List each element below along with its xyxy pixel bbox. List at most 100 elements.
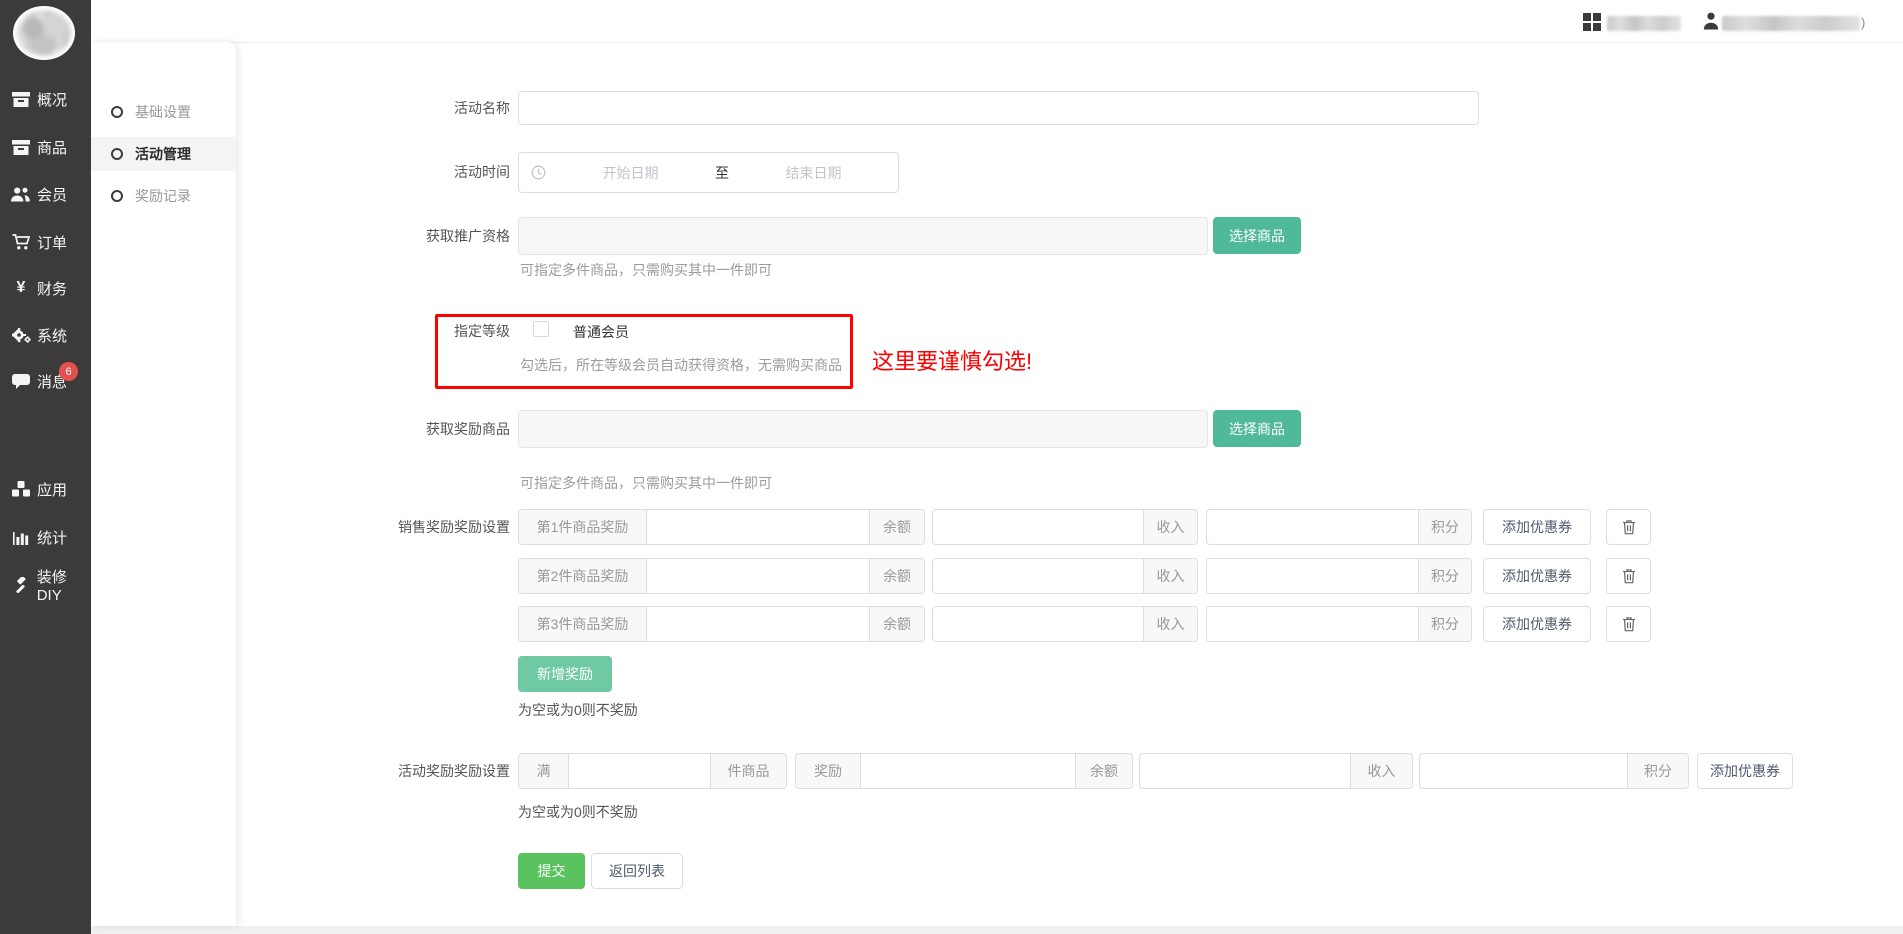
- logo-blur: [17, 10, 71, 56]
- balance-addon: 余额: [869, 606, 925, 642]
- main-sidebar: 概况 商品 会员 订单 ¥ 财务 系统: [0, 0, 91, 934]
- row-prefix-addon: 第1件商品奖励: [518, 509, 647, 545]
- income-amount-input[interactable]: [932, 606, 1144, 642]
- sidebar-item-label: 应用: [37, 479, 67, 500]
- sidebar-item-diy[interactable]: 装修DIY: [0, 562, 91, 608]
- date-range-picker[interactable]: 开始日期 至 结束日期: [518, 152, 899, 193]
- activity-reward-row: 满 件商品 奖励 余额 收入 积分 添加优惠券: [518, 753, 1793, 789]
- promo-helper-text: 可指定多件商品，只需购买其中一件即可: [520, 260, 772, 280]
- sales-reward-row: 第1件商品奖励 余额 收入 积分 添加优惠券: [518, 509, 1651, 545]
- goods-count-input[interactable]: [568, 753, 711, 789]
- income-addon: 收入: [1143, 509, 1198, 545]
- delete-row-button[interactable]: [1606, 509, 1651, 545]
- balance-amount-input[interactable]: [646, 558, 870, 594]
- income-amount-input[interactable]: [932, 558, 1144, 594]
- balance-addon: 余额: [1075, 753, 1133, 789]
- balance-addon: 余额: [869, 509, 925, 545]
- bottom-scroll-strip[interactable]: [91, 926, 1903, 934]
- income-addon: 收入: [1350, 753, 1413, 789]
- promo-goods-input[interactable]: [518, 217, 1208, 255]
- points-addon: 积分: [1418, 558, 1472, 594]
- sidebar-item-label: 商品: [37, 137, 67, 158]
- reward-goods-helper-text: 可指定多件商品，只需购买其中一件即可: [520, 473, 772, 493]
- trash-icon: [1622, 616, 1636, 632]
- points-amount-input[interactable]: [1206, 509, 1419, 545]
- points-amount-input[interactable]: [1206, 606, 1419, 642]
- sidebar-item-label: 财务: [37, 278, 67, 299]
- add-coupon-button[interactable]: 添加优惠券: [1483, 558, 1591, 594]
- reward-addon: 奖励: [795, 753, 861, 789]
- store-name-redacted[interactable]: [1607, 16, 1681, 31]
- submit-button[interactable]: 提交: [518, 853, 585, 889]
- level-helper-text: 勾选后，所在等级会员自动获得资格，无需购买商品: [520, 355, 842, 375]
- trash-icon: [1622, 519, 1636, 535]
- add-reward-button[interactable]: 新增奖励: [518, 656, 612, 692]
- circle-icon: [111, 106, 123, 118]
- sidebar-item-label: 订单: [37, 232, 67, 253]
- sales-reward-label: 销售奖励奖励设置: [300, 517, 510, 537]
- sidebar-item-orders[interactable]: 订单: [0, 219, 91, 265]
- sidebar-item-label: 统计: [37, 527, 67, 548]
- level-checkbox[interactable]: [533, 321, 549, 337]
- message-count-badge: 6: [59, 362, 78, 381]
- select-goods-button[interactable]: 选择商品: [1213, 410, 1301, 447]
- start-date-placeholder: 开始日期: [546, 163, 715, 183]
- username-redacted[interactable]: [1722, 16, 1860, 31]
- points-amount-input[interactable]: [1419, 753, 1628, 789]
- user-icon[interactable]: [1703, 12, 1719, 35]
- sidebar-item-messages[interactable]: 消息: [0, 358, 91, 404]
- apps-icon: [10, 481, 32, 497]
- activity-time-label: 活动时间: [300, 162, 510, 182]
- add-coupon-button[interactable]: 添加优惠券: [1483, 606, 1591, 642]
- submenu-item-reward-records[interactable]: 奖励记录: [91, 179, 236, 213]
- income-addon: 收入: [1143, 606, 1198, 642]
- income-amount-input[interactable]: [932, 509, 1144, 545]
- points-addon: 积分: [1418, 509, 1472, 545]
- balance-amount-input[interactable]: [860, 753, 1076, 789]
- diy-icon: [10, 577, 32, 593]
- sidebar-item-finance[interactable]: ¥ 财务: [0, 265, 91, 311]
- add-coupon-button[interactable]: 添加优惠券: [1697, 753, 1793, 789]
- store-logo[interactable]: [13, 6, 75, 60]
- finance-icon: ¥: [10, 279, 32, 297]
- delete-row-button[interactable]: [1606, 558, 1651, 594]
- balance-amount-input[interactable]: [646, 606, 870, 642]
- sidebar-item-goods[interactable]: 商品: [0, 124, 91, 170]
- submenu-item-activity-management[interactable]: 活动管理: [91, 137, 236, 171]
- points-amount-input[interactable]: [1206, 558, 1419, 594]
- reward-goods-input[interactable]: [518, 410, 1208, 448]
- income-amount-input[interactable]: [1139, 753, 1351, 789]
- grid-menu-icon[interactable]: [1583, 13, 1602, 37]
- sidebar-item-overview[interactable]: 概况: [0, 76, 91, 122]
- points-addon: 积分: [1418, 606, 1472, 642]
- sidebar-item-system[interactable]: 系统: [0, 312, 91, 358]
- submenu-item-basic-settings[interactable]: 基础设置: [91, 95, 236, 129]
- overview-icon: [10, 92, 32, 107]
- sales-reward-note: 为空或为0则不奖励: [518, 700, 638, 720]
- trash-icon: [1622, 568, 1636, 584]
- balance-amount-input[interactable]: [646, 509, 870, 545]
- clock-icon: [531, 165, 546, 180]
- unit-addon: 件商品: [710, 753, 787, 789]
- delete-row-button[interactable]: [1606, 606, 1651, 642]
- user-suffix: ): [1861, 15, 1865, 30]
- sidebar-item-apps[interactable]: 应用: [0, 466, 91, 512]
- select-goods-button[interactable]: 选择商品: [1213, 217, 1301, 254]
- level-option-label: 普通会员: [573, 322, 629, 342]
- sidebar-item-stats[interactable]: 统计: [0, 514, 91, 560]
- date-separator: 至: [715, 163, 729, 183]
- sidebar-item-label: 系统: [37, 325, 67, 346]
- stats-icon: [10, 530, 32, 545]
- activity-name-input[interactable]: [518, 91, 1479, 125]
- sales-reward-row: 第2件商品奖励 余额 收入 积分 添加优惠券: [518, 558, 1651, 594]
- system-icon: [10, 327, 32, 343]
- reward-goods-label: 获取奖励商品: [300, 419, 510, 439]
- sidebar-item-members[interactable]: 会员: [0, 171, 91, 217]
- members-icon: [10, 187, 32, 202]
- activity-reward-label: 活动奖励奖励设置: [300, 761, 510, 781]
- row-prefix-addon: 第3件商品奖励: [518, 606, 647, 642]
- balance-addon: 余额: [869, 558, 925, 594]
- activity-name-label: 活动名称: [300, 98, 510, 118]
- add-coupon-button[interactable]: 添加优惠券: [1483, 509, 1591, 545]
- back-to-list-button[interactable]: 返回列表: [591, 853, 683, 889]
